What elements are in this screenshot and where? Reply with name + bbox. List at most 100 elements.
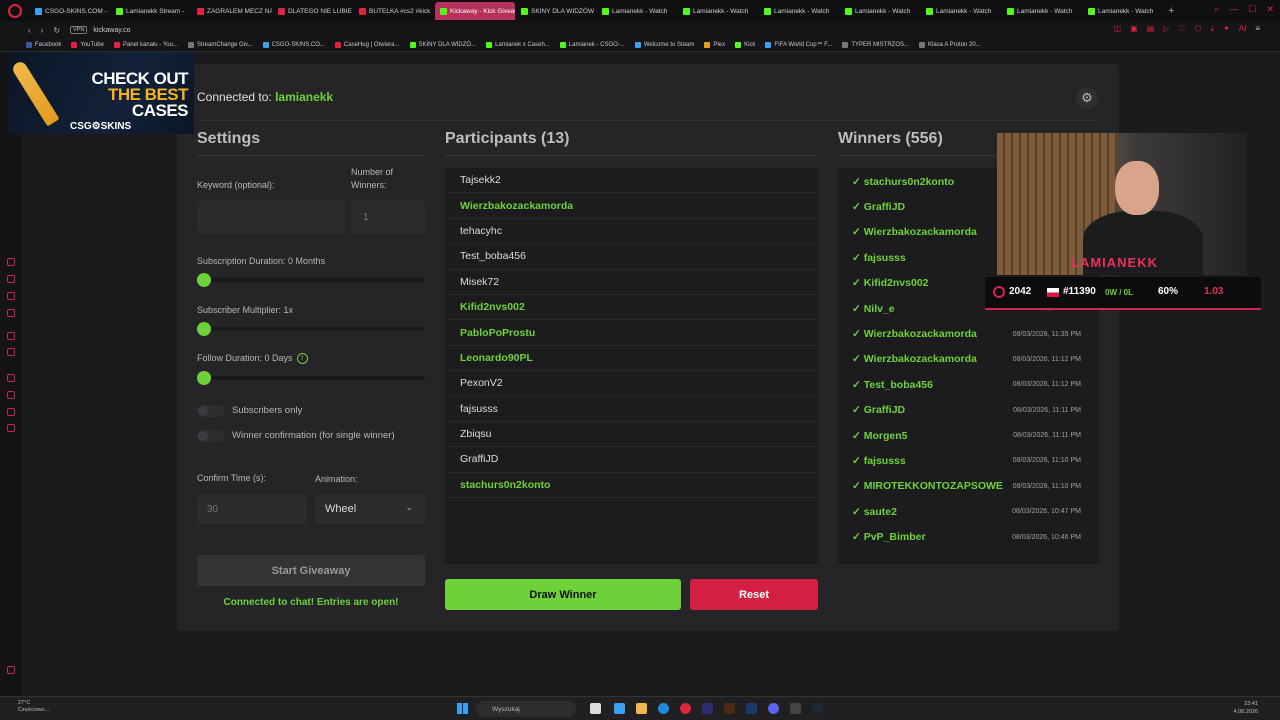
confirm-time-input[interactable]: 30 (197, 494, 307, 524)
sidebar-settings-icon[interactable] (7, 424, 15, 432)
box-icon[interactable]: ⬡ (1195, 24, 1202, 34)
participant-row[interactable]: tehacyhc (445, 219, 818, 245)
bookmark-item[interactable]: Klasa A Proton 20... (918, 41, 981, 48)
info-icon[interactable]: ! (296, 353, 308, 365)
browser-tab[interactable]: SKINY DLA WIDZÓW (516, 2, 596, 20)
explorer-icon[interactable] (636, 703, 647, 714)
forward-icon[interactable]: › (41, 26, 44, 35)
winner-row[interactable]: ✓ Wierzbakozackamorda 08/03/2026, 11:12 P… (838, 347, 1099, 372)
new-tab-icon[interactable]: + (1168, 5, 1174, 17)
sidebar-more-icon[interactable] (7, 666, 15, 674)
weather-widget[interactable]: 27°C Częściowo... (18, 700, 49, 714)
browser-tab[interactable]: DLATEGO NIE LUBIE (273, 2, 353, 20)
bookmark-item[interactable]: TYPER MISTRZOS... (842, 41, 909, 48)
slider-knob[interactable] (197, 322, 211, 336)
sidebar-history-icon[interactable] (7, 374, 15, 382)
browser-tab[interactable]: BUTELKA #cs2 #kick (354, 2, 434, 20)
taskview-icon[interactable] (590, 703, 601, 714)
winner-row[interactable]: ✓ saute2 08/03/2026, 10:47 PM (838, 499, 1099, 524)
bookmark-item[interactable]: CSGO-SKINS.CO... (262, 41, 325, 48)
keyword-input[interactable] (197, 201, 345, 234)
participant-row[interactable]: Test_boba456 (445, 244, 818, 270)
heart-icon[interactable]: ♡ (1178, 24, 1185, 34)
menu-icon[interactable]: ≡ (1255, 24, 1260, 34)
subscribers-only-toggle[interactable] (197, 405, 225, 417)
participant-row[interactable]: GraffiJD (445, 447, 818, 473)
browser-tab[interactable]: ZAGRALEM MECZ NA (192, 2, 272, 20)
system-tray[interactable]: 23:41 4.08.2026 (1234, 700, 1258, 716)
winner-row[interactable]: ✓ Test_boba456 08/03/2026, 11:12 PM (838, 372, 1099, 397)
browser-tab[interactable]: CSGO-SKINS.COM - (30, 2, 110, 20)
illustrator-icon[interactable] (724, 703, 735, 714)
bookmark-item[interactable]: FIFA World Cup™ F... (765, 41, 832, 48)
browser-tab[interactable]: Lamianekk Stream - (111, 2, 191, 20)
reset-button[interactable]: Reset (690, 579, 818, 610)
play-icon[interactable]: ▷ (1163, 24, 1169, 34)
winner-confirmation-toggle[interactable] (197, 430, 225, 442)
browser-tab[interactable]: Lamianekk - Watch (1002, 2, 1082, 20)
sub-multiplier-slider[interactable] (197, 322, 425, 336)
bookmark-item[interactable]: Facebook (26, 41, 61, 48)
bookmark-item[interactable]: StreamChange Giv... (187, 41, 253, 48)
bookmark-item[interactable]: Panel kanału - You... (113, 41, 178, 48)
winner-row[interactable]: ✓ Wierzbakozackamorda 08/03/2026, 11:35 P… (838, 321, 1099, 346)
back-icon[interactable]: ‹ (28, 26, 31, 35)
taskbar-search[interactable]: Wyszukaj (476, 701, 576, 717)
start-giveaway-button[interactable]: Start Giveaway (197, 555, 425, 586)
animation-select[interactable]: Wheel ⌄ (315, 494, 425, 524)
maximize-icon[interactable]: ☐ (1248, 4, 1256, 15)
obs-icon[interactable] (790, 703, 801, 714)
bookmark-item[interactable]: YouTube (71, 41, 104, 48)
winner-row[interactable]: ✓ MIROTEKKONTOZAPSOWE 08/03/2026, 11:10 P… (838, 474, 1099, 499)
participant-row[interactable]: stachurs0n2konto (445, 473, 818, 499)
slider-knob[interactable] (197, 371, 211, 385)
sidebar-instagram-icon[interactable] (7, 309, 15, 317)
close-icon[interactable]: ✕ (1266, 4, 1274, 15)
follow-duration-slider[interactable] (197, 371, 425, 385)
participants-list[interactable]: Tajsekk2 Wierzbakozackamorda tehacyhc Test_… (445, 168, 818, 564)
premiere-icon[interactable] (702, 703, 713, 714)
bookmark-item[interactable]: Kick (735, 41, 755, 48)
winner-row[interactable]: ✓ fajsusss 08/03/2026, 11:10 PM (838, 448, 1099, 473)
minimize-icon[interactable]: — (1229, 4, 1238, 15)
draw-winner-button[interactable]: Draw Winner (445, 579, 681, 610)
participant-row[interactable]: Tajsekk2 (445, 168, 818, 194)
browser-tab[interactable]: Lamianekk - Watch (1083, 2, 1163, 20)
browser-tab[interactable]: Lamianekk - Watch (840, 2, 920, 20)
sidebar-twitch-icon[interactable] (7, 332, 15, 340)
aria-icon[interactable]: AI (1239, 24, 1247, 34)
browser-tab[interactable]: Lamianekk - Watch (597, 2, 677, 20)
winner-row[interactable]: ✓ PvP_Bimber 08/03/2026, 10:46 PM (838, 524, 1099, 549)
browser-tab[interactable]: Lamianekk - Watch (759, 2, 839, 20)
camera-icon[interactable]: ▣ (1130, 24, 1138, 34)
slider-knob[interactable] (197, 273, 211, 287)
sub-duration-slider[interactable] (197, 273, 425, 287)
opera-icon[interactable] (680, 703, 691, 714)
participant-row[interactable]: PabloPoProstu (445, 320, 818, 346)
sidebar-speeddial-icon[interactable] (7, 258, 15, 266)
sidebar-clock-icon[interactable] (7, 408, 15, 416)
browser-tab[interactable]: Lamianekk - Watch (921, 2, 1001, 20)
participant-row[interactable]: Kifid2nvs002 (445, 295, 818, 321)
steam-icon[interactable] (812, 703, 823, 714)
settings-gear-icon[interactable]: ⚙ (1076, 87, 1098, 109)
sidebar-messenger-icon[interactable] (7, 292, 15, 300)
opera-logo-icon[interactable] (8, 4, 22, 18)
bookmark-item[interactable]: Lamianek x Caseh... (486, 41, 550, 48)
windows-start-icon[interactable] (457, 703, 468, 714)
winner-row[interactable]: ✓ GraffiJD 08/03/2026, 11:11 PM (838, 398, 1099, 423)
bookmark-item[interactable]: CaseHug | Otwiera... (334, 41, 400, 48)
participant-row[interactable]: Zbiqsu (445, 422, 818, 448)
sidebar-x-icon[interactable] (7, 348, 15, 356)
shield-icon[interactable]: ◫ (1114, 24, 1122, 34)
bookmark-item[interactable]: Plex (704, 41, 725, 48)
sidebar-player-icon[interactable] (7, 391, 15, 399)
reload-icon[interactable]: ↻ (53, 26, 60, 35)
participant-row[interactable]: Misek72 (445, 270, 818, 295)
participant-row[interactable]: Wierzbakozackamorda (445, 193, 818, 219)
browser-tab[interactable]: Lamianekk - Watch (678, 2, 758, 20)
participant-row[interactable]: Leonardo90PL (445, 346, 818, 372)
sidebar-bag-icon[interactable] (7, 275, 15, 283)
wallet-icon[interactable]: ▤ (1147, 24, 1155, 34)
bookmark-item[interactable]: Lamianek - CSGO-... (559, 41, 625, 48)
